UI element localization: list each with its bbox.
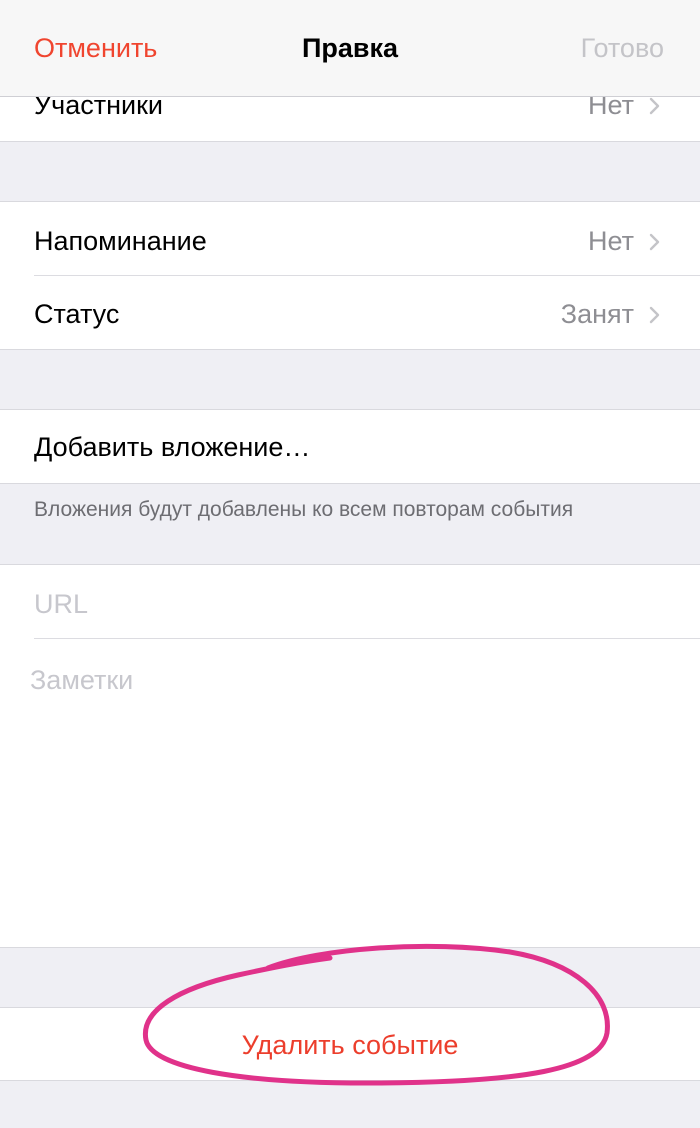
add-attachment-label: Добавить вложение… [34, 432, 311, 462]
reminder-label: Напоминание [34, 226, 207, 256]
status-row[interactable]: Статус Занят [0, 277, 700, 351]
chevron-right-icon [649, 306, 660, 324]
chevron-right-icon [649, 233, 660, 251]
url-notes-group: URL Заметки [0, 564, 700, 948]
notes-input[interactable]: Заметки [30, 665, 133, 696]
delete-group: Удалить событие [0, 1007, 700, 1081]
scrolled-content-fragment: ▔▔▔▔ [560, 0, 644, 16]
scrolled-content-fragment: ▔▔▔▔ [40, 0, 124, 16]
reminder-status-group: Напоминание Нет Статус Занят [0, 201, 700, 350]
row-divider [34, 638, 700, 639]
status-label: Статус [34, 299, 120, 329]
row-divider [34, 275, 700, 276]
done-button[interactable]: Готово [581, 33, 664, 64]
add-attachment-button[interactable]: Добавить вложение… [0, 410, 700, 484]
attachment-footnote: Вложения будут добавлены ко всем повтора… [34, 498, 574, 521]
scrolled-content-fragment: ▔▔▔▔▔▔▔▔ [270, 0, 438, 16]
chevron-right-icon [649, 97, 660, 115]
attachment-group: Добавить вложение… [0, 409, 700, 484]
reminder-value: Нет [588, 226, 634, 256]
url-input[interactable]: URL [34, 589, 88, 620]
navigation-bar: ▔▔▔▔ ▔▔▔▔▔▔▔▔ ▔▔▔▔ Отменить Правка Готов… [0, 0, 700, 97]
delete-event-button[interactable]: Удалить событие [0, 1030, 700, 1061]
reminder-row[interactable]: Напоминание Нет [0, 204, 700, 278]
status-value: Занят [560, 299, 634, 329]
